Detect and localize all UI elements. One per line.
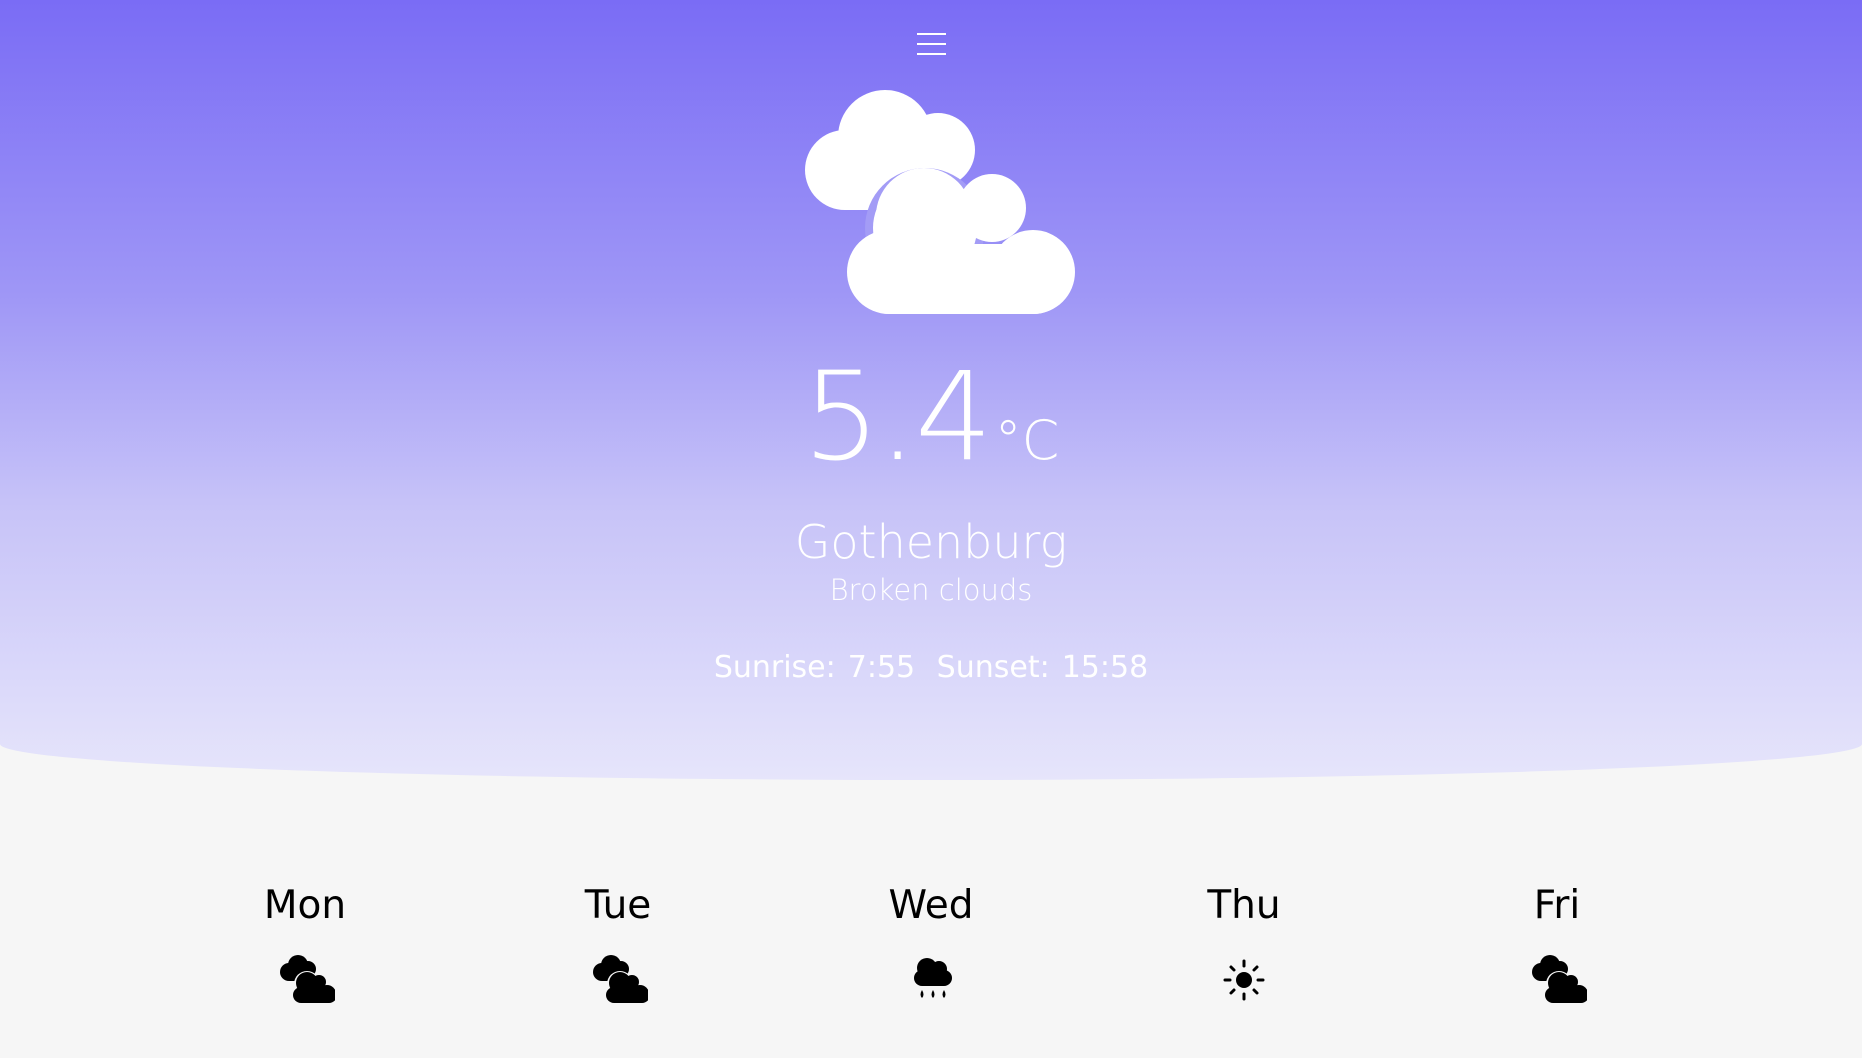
menu-line [917,53,946,55]
temperature-value: 5.4 [802,346,993,488]
rain-icon [914,958,952,998]
forecast-day-tue: Tue [508,876,728,1006]
forecast-day-fri: Fri [1447,876,1667,1006]
forecast-day-label: Mon [263,883,347,928]
broken-clouds-icon [280,955,335,1003]
sun-icon [1223,959,1265,1001]
current-temperature: 5.4°C [0,352,1862,482]
weather-description: Broken clouds [829,573,1033,607]
broken-clouds-icon [805,90,1075,314]
forecast-day-wed: Wed [821,876,1041,1006]
forecast-day-label: Wed [888,883,974,928]
forecast-day-mon: Mon [195,876,415,1006]
sunset-time: 15:58 [1061,650,1149,685]
broken-clouds-icon [1532,955,1587,1003]
forecast-day-label: Thu [1207,883,1281,928]
hamburger-menu-icon[interactable] [917,32,946,56]
weather-page: 5.4°C Gothenburg Broken clouds Sunrise: 7… [0,0,1862,1058]
menu-line [917,43,946,45]
current-weather-panel: 5.4°C Gothenburg Broken clouds Sunrise: 7… [0,0,1862,780]
menu-line [917,33,946,35]
sun-times: Sunrise: 7:55 Sunset: 15:58 [0,648,1862,688]
sunrise-label: Sunrise: [713,650,836,685]
city-name: Gothenburg [794,515,1068,569]
broken-clouds-icon [593,955,648,1003]
forecast-day-thu: Thu [1134,876,1354,1006]
forecast-day-label: Tue [584,883,652,928]
temperature-unit: °C [994,409,1060,472]
sunset-label: Sunset: [936,650,1050,685]
forecast-row: Mon Tue Wed Thu Fri [0,876,1862,1046]
forecast-day-label: Fri [1533,883,1581,928]
sunrise-time: 7:55 [847,650,916,685]
